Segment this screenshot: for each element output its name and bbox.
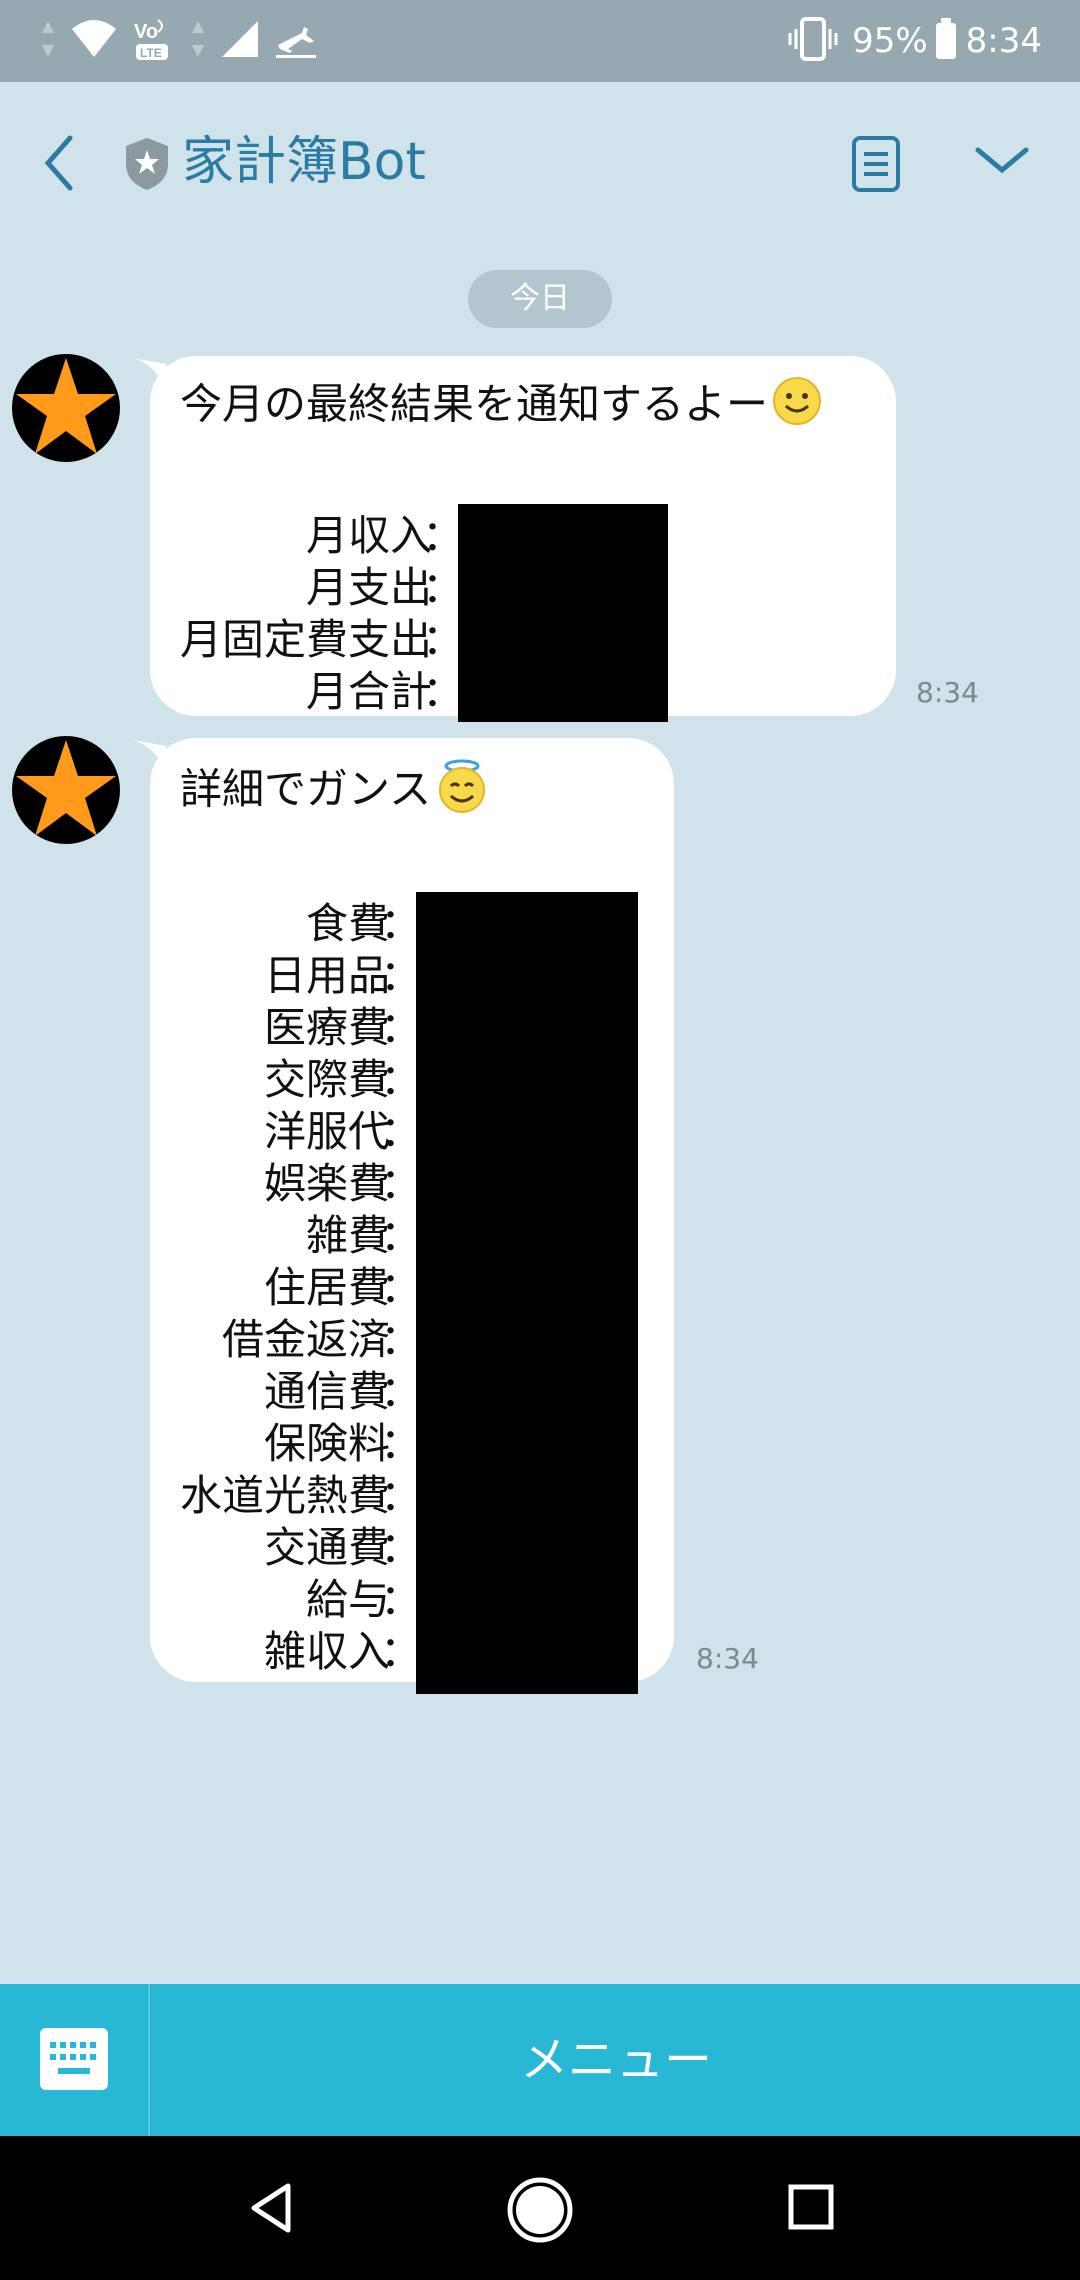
data-arrows-icon (190, 19, 206, 63)
back-button[interactable] (36, 128, 86, 198)
battery-icon (935, 18, 956, 59)
row-label: 雑収入 (264, 1627, 391, 1676)
summary-table: 月収入 月支出 月固定費支出 月合計 ： ： ： ： (180, 504, 866, 722)
system-nav-bar (0, 2136, 1080, 2280)
message-bubble[interactable]: 詳細でガンス 食費 日用品 医療費 交際費 洋服代 娯楽費 雑費 住居費 借金返済 通信費 保険料水… (150, 738, 674, 1694)
wifi-icon (70, 19, 118, 63)
row-label: 食費 (306, 899, 391, 948)
chat-title: 家計簿Bot (182, 132, 426, 192)
row-label: 月支出 (306, 563, 433, 612)
message-text: 今月の最終結果を通知するよー (180, 376, 866, 438)
keyboard-toggle-button[interactable] (0, 1984, 150, 2136)
vibrate-icon (788, 17, 838, 65)
notes-button[interactable] (848, 134, 904, 194)
message-time: 8:34 (696, 1642, 759, 1675)
row-label: 交際費 (264, 1055, 391, 1104)
star-avatar-icon (16, 358, 116, 454)
airplane-icon (274, 19, 318, 63)
smiling-face-emoji (772, 376, 822, 438)
bot-avatar[interactable] (12, 736, 120, 844)
row-label: 雑費 (306, 1211, 391, 1260)
clock: 8:34 (965, 21, 1042, 61)
shield-star-icon (122, 136, 172, 192)
row-label: 月収入 (306, 511, 433, 560)
back-chevron-icon (44, 135, 73, 191)
row-label: 日用品 (264, 951, 391, 1000)
keyboard-icon (40, 2028, 108, 2090)
date-divider: 今日 (468, 270, 612, 328)
svg-text:Vo: Vo (134, 21, 158, 43)
data-arrows-icon (40, 19, 56, 63)
status-bar: Vo LTE 95% 8:34 (0, 0, 1080, 82)
row-label: 住居費 (264, 1263, 391, 1312)
menu-button[interactable]: メニュー (152, 1984, 1080, 2136)
row-label: 通信費 (264, 1367, 391, 1416)
bot-avatar[interactable] (12, 354, 120, 462)
row-label: 洋服代 (264, 1107, 391, 1156)
nav-recent-icon[interactable] (786, 2182, 836, 2232)
star-avatar-icon (16, 740, 116, 836)
row-label: 給与 (306, 1575, 391, 1624)
row-label: 娯楽費 (264, 1159, 391, 1208)
dropdown-button[interactable] (972, 138, 1032, 182)
row-label: 医療費 (264, 1003, 391, 1052)
chevron-down-icon (975, 147, 1029, 174)
nav-home-icon[interactable] (506, 2176, 574, 2244)
row-label: 保険料 (264, 1419, 391, 1468)
signal-icon (220, 19, 260, 63)
chat-header: 家計簿Bot (0, 82, 1080, 242)
volte-icon: Vo LTE (132, 16, 176, 66)
redacted-values (458, 504, 669, 722)
angel-face-emoji (435, 758, 489, 826)
svg-text:LTE: LTE (140, 46, 162, 60)
row-label: 借金返済 (222, 1315, 391, 1364)
message-text: 詳細でガンス (180, 758, 644, 826)
rich-menu-bar: メニュー (0, 1984, 1080, 2136)
row-label: 水道光熱費 (180, 1471, 391, 1520)
row-label: 月固定費支出 (180, 615, 433, 664)
detail-table: 食費 日用品 医療費 交際費 洋服代 娯楽費 雑費 住居費 借金返済 通信費 保険料 水道光熱費 交通費… (180, 892, 644, 1694)
nav-back-icon[interactable] (244, 2180, 300, 2236)
notes-icon (852, 136, 900, 192)
redacted-values (416, 892, 639, 1694)
message-bubble[interactable]: 今月の最終結果を通知するよー 月収入 月支出 月固定費支出 月合計 ： ： ： … (150, 356, 896, 722)
row-label: 交通費 (264, 1523, 391, 1572)
row-label: 月合計 (306, 667, 433, 716)
message-time: 8:34 (916, 676, 979, 709)
battery-percent: 95% (852, 21, 928, 61)
